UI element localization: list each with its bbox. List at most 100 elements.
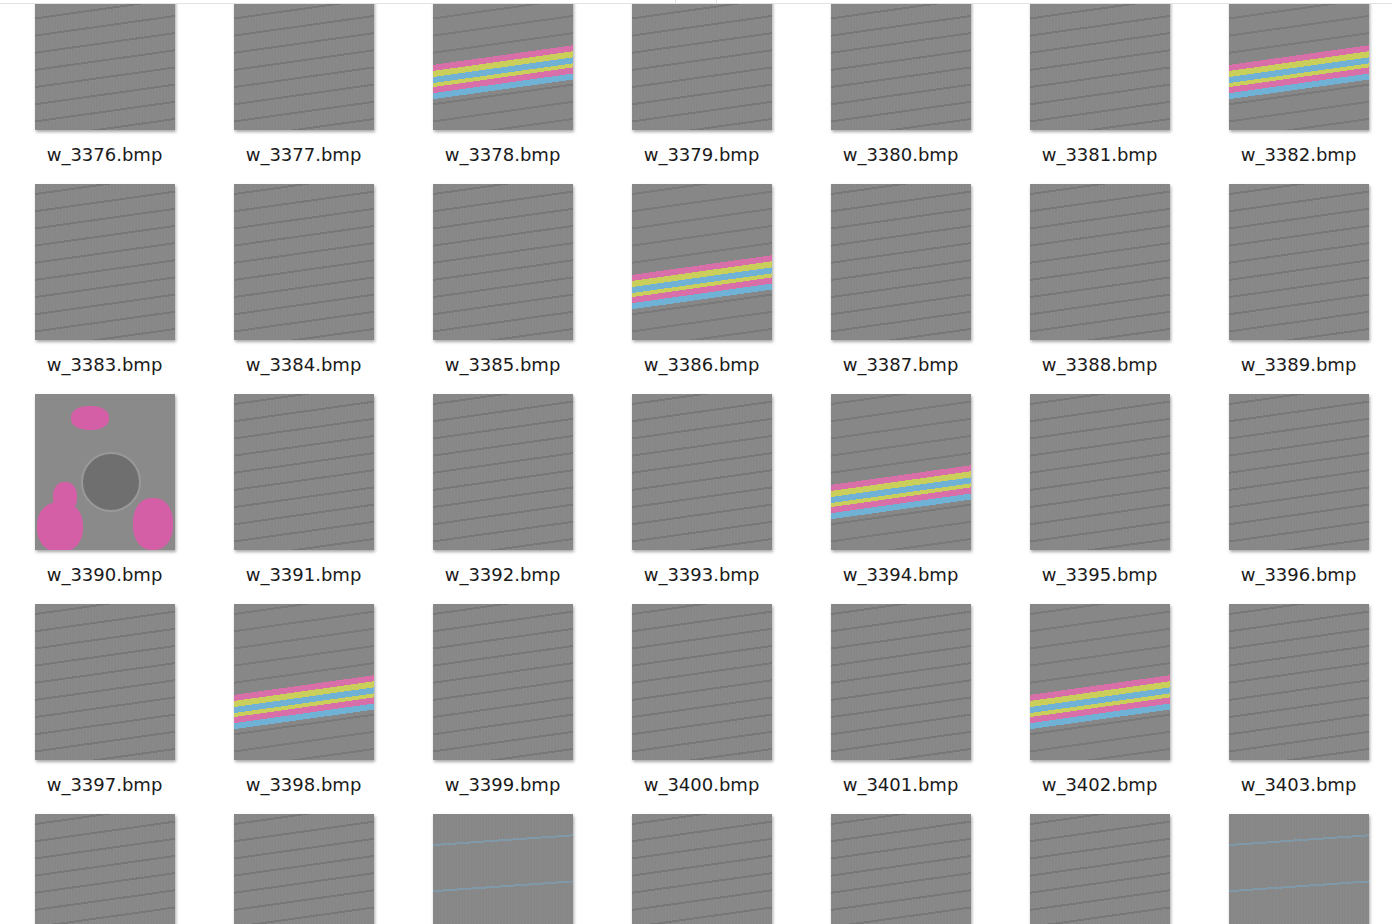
file-name[interactable]: w_3381.bmp <box>1042 130 1158 165</box>
file-name[interactable]: w_3382.bmp <box>1241 130 1357 165</box>
file-item[interactable]: w_3384.bmp <box>204 184 403 394</box>
thumbnail[interactable] <box>1229 394 1369 550</box>
file-name[interactable]: w_3388.bmp <box>1042 340 1158 375</box>
file-item[interactable]: w_3392.bmp <box>403 394 602 604</box>
file-item[interactable]: w_3387.bmp <box>801 184 1000 394</box>
thumbnail[interactable] <box>234 4 374 130</box>
file-name[interactable]: w_3396.bmp <box>1241 550 1357 585</box>
file-item[interactable]: w_3394.bmp <box>801 394 1000 604</box>
file-item[interactable]: w_3396.bmp <box>1199 394 1392 604</box>
file-item[interactable]: w_3402.bmp <box>1000 604 1199 814</box>
thumbnail[interactable] <box>632 184 772 340</box>
file-item[interactable]: w_3385.bmp <box>403 184 602 394</box>
file-name[interactable]: w_3384.bmp <box>246 340 362 375</box>
file-item[interactable] <box>403 814 602 924</box>
file-name[interactable]: w_3390.bmp <box>47 550 163 585</box>
file-item[interactable]: w_3391.bmp <box>204 394 403 604</box>
file-item[interactable] <box>602 814 801 924</box>
file-view: w_3376.bmp w_3377.bmp w_3378.bmp w_3379.bmp… <box>0 4 1392 924</box>
file-item[interactable] <box>204 814 403 924</box>
thumbnail[interactable] <box>433 184 573 340</box>
thumbnail[interactable] <box>1030 814 1170 924</box>
thumbnail[interactable] <box>831 4 971 130</box>
file-item[interactable]: w_3386.bmp <box>602 184 801 394</box>
file-name[interactable]: w_3377.bmp <box>246 130 362 165</box>
thumbnail[interactable] <box>1030 184 1170 340</box>
file-name[interactable]: w_3392.bmp <box>445 550 561 585</box>
thumbnail[interactable] <box>35 4 175 130</box>
file-name[interactable]: w_3398.bmp <box>246 760 362 795</box>
file-name[interactable]: w_3402.bmp <box>1042 760 1158 795</box>
thumbnail[interactable] <box>234 184 374 340</box>
thumbnail[interactable] <box>1030 394 1170 550</box>
file-item[interactable] <box>1199 814 1392 924</box>
file-name[interactable]: w_3376.bmp <box>47 130 163 165</box>
thumbnail[interactable] <box>632 394 772 550</box>
file-item[interactable] <box>5 814 204 924</box>
file-name[interactable]: w_3383.bmp <box>47 340 163 375</box>
file-item[interactable]: w_3397.bmp <box>5 604 204 814</box>
thumbnail[interactable] <box>1229 604 1369 760</box>
file-item[interactable]: w_3399.bmp <box>403 604 602 814</box>
thumbnail[interactable] <box>632 604 772 760</box>
thumbnail[interactable] <box>1229 184 1369 340</box>
file-name[interactable]: w_3379.bmp <box>644 130 760 165</box>
file-name[interactable]: w_3394.bmp <box>843 550 959 585</box>
file-item[interactable]: w_3403.bmp <box>1199 604 1392 814</box>
file-name[interactable]: w_3399.bmp <box>445 760 561 795</box>
file-item[interactable]: w_3400.bmp <box>602 604 801 814</box>
image-mark <box>71 406 109 430</box>
file-item[interactable] <box>801 814 1000 924</box>
thumbnail[interactable] <box>35 814 175 924</box>
file-name[interactable]: w_3389.bmp <box>1241 340 1357 375</box>
thumbnail[interactable] <box>234 604 374 760</box>
file-item[interactable]: w_3380.bmp <box>801 4 1000 184</box>
thumbnail[interactable] <box>433 394 573 550</box>
file-name[interactable]: w_3395.bmp <box>1042 550 1158 585</box>
file-name[interactable]: w_3403.bmp <box>1241 760 1357 795</box>
file-item[interactable]: w_3379.bmp <box>602 4 801 184</box>
thumbnail[interactable] <box>1030 604 1170 760</box>
thumbnail[interactable] <box>234 814 374 924</box>
thumbnail[interactable] <box>632 4 772 130</box>
file-name[interactable]: w_3385.bmp <box>445 340 561 375</box>
thumbnail[interactable] <box>433 604 573 760</box>
thumbnail[interactable] <box>632 814 772 924</box>
file-item[interactable]: w_3389.bmp <box>1199 184 1392 394</box>
thumbnail[interactable] <box>35 394 175 550</box>
thumbnail[interactable] <box>831 184 971 340</box>
thumbnail[interactable] <box>831 604 971 760</box>
file-name[interactable]: w_3401.bmp <box>843 760 959 795</box>
file-item[interactable] <box>1000 814 1199 924</box>
thumbnail[interactable] <box>433 814 573 924</box>
file-item[interactable]: w_3390.bmp <box>5 394 204 604</box>
file-name[interactable]: w_3386.bmp <box>644 340 760 375</box>
thumbnail[interactable] <box>433 4 573 130</box>
thumbnail[interactable] <box>35 184 175 340</box>
file-name[interactable]: w_3387.bmp <box>843 340 959 375</box>
file-item[interactable]: w_3382.bmp <box>1199 4 1392 184</box>
file-item[interactable]: w_3376.bmp <box>5 4 204 184</box>
thumbnail[interactable] <box>1229 4 1369 130</box>
thumbnail[interactable] <box>234 394 374 550</box>
file-name[interactable]: w_3393.bmp <box>644 550 760 585</box>
thumbnail[interactable] <box>35 604 175 760</box>
file-item[interactable]: w_3383.bmp <box>5 184 204 394</box>
file-item[interactable]: w_3393.bmp <box>602 394 801 604</box>
thumbnail[interactable] <box>1030 4 1170 130</box>
thumbnail[interactable] <box>831 394 971 550</box>
file-name[interactable]: w_3400.bmp <box>644 760 760 795</box>
file-item[interactable]: w_3378.bmp <box>403 4 602 184</box>
file-item[interactable]: w_3398.bmp <box>204 604 403 814</box>
thumbnail[interactable] <box>1229 814 1369 924</box>
file-name[interactable]: w_3391.bmp <box>246 550 362 585</box>
file-item[interactable]: w_3395.bmp <box>1000 394 1199 604</box>
file-name[interactable]: w_3378.bmp <box>445 130 561 165</box>
file-item[interactable]: w_3381.bmp <box>1000 4 1199 184</box>
file-item[interactable]: w_3401.bmp <box>801 604 1000 814</box>
thumbnail[interactable] <box>831 814 971 924</box>
file-name[interactable]: w_3380.bmp <box>843 130 959 165</box>
file-item[interactable]: w_3388.bmp <box>1000 184 1199 394</box>
file-item[interactable]: w_3377.bmp <box>204 4 403 184</box>
file-name[interactable]: w_3397.bmp <box>47 760 163 795</box>
